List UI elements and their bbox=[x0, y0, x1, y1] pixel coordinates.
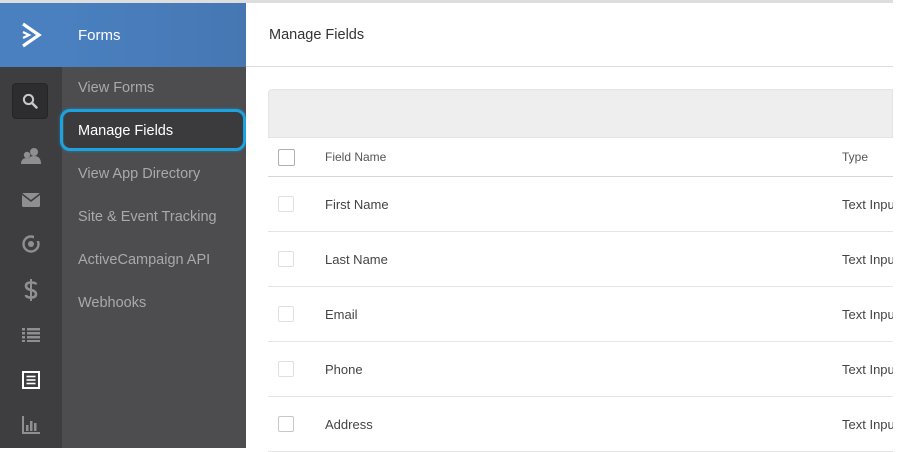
automation-icon bbox=[22, 235, 40, 253]
window-right-edge bbox=[893, 0, 901, 448]
table-row[interactable]: Email Text Input bbox=[268, 287, 893, 342]
icon-rail bbox=[0, 3, 62, 448]
table-row[interactable]: Phone Text Input bbox=[268, 342, 893, 397]
field-type: Text Input bbox=[842, 361, 893, 377]
field-name: First Name bbox=[325, 196, 389, 212]
row-checkbox[interactable] bbox=[278, 196, 294, 212]
row-checkbox[interactable] bbox=[278, 306, 294, 322]
field-type: Text Input bbox=[842, 306, 893, 322]
subnav-item-view-app-directory[interactable]: View App Directory bbox=[78, 164, 200, 184]
lists-button[interactable] bbox=[0, 320, 62, 350]
list-icon bbox=[22, 328, 40, 342]
reports-button[interactable] bbox=[0, 410, 62, 440]
table-row[interactable]: Address Text Input bbox=[268, 397, 893, 452]
search-button[interactable] bbox=[12, 83, 48, 119]
mail-icon bbox=[22, 193, 40, 207]
table-row[interactable]: Last Name Text Input bbox=[268, 232, 893, 287]
row-checkbox[interactable] bbox=[278, 416, 294, 432]
subnav-item-view-forms[interactable]: View Forms bbox=[78, 78, 154, 98]
row-checkbox[interactable] bbox=[278, 361, 294, 377]
select-all-checkbox[interactable] bbox=[278, 149, 295, 166]
deals-button[interactable] bbox=[0, 275, 62, 305]
field-name: Phone bbox=[325, 361, 363, 377]
field-type: Text Input bbox=[842, 196, 893, 212]
campaigns-button[interactable] bbox=[0, 185, 62, 215]
table-header-row: Field Name Type bbox=[268, 138, 893, 177]
subnav-item-site-event-tracking[interactable]: Site & Event Tracking bbox=[78, 207, 217, 227]
row-checkbox[interactable] bbox=[278, 251, 294, 267]
field-type: Text Input bbox=[842, 251, 893, 267]
field-name: Last Name bbox=[325, 251, 388, 267]
field-name: Address bbox=[325, 416, 373, 432]
highlight-outline bbox=[60, 109, 246, 151]
contacts-button[interactable] bbox=[0, 141, 62, 171]
logo[interactable] bbox=[0, 3, 62, 67]
column-header-type[interactable]: Type bbox=[842, 138, 893, 176]
toolbar-area bbox=[268, 89, 893, 138]
contacts-icon bbox=[21, 148, 41, 164]
fields-table: Field Name Type First Name Text Input La… bbox=[268, 138, 893, 452]
column-header-field-name[interactable]: Field Name bbox=[325, 138, 386, 176]
automations-button[interactable] bbox=[0, 229, 62, 259]
page-title: Manage Fields bbox=[246, 3, 893, 67]
forms-button[interactable] bbox=[0, 365, 62, 395]
subnav-item-webhooks[interactable]: Webhooks bbox=[78, 293, 146, 313]
table-row[interactable]: First Name Text Input bbox=[268, 177, 893, 232]
field-type: Text Input bbox=[842, 416, 893, 432]
reports-icon bbox=[22, 416, 40, 434]
subnav-item-api[interactable]: ActiveCampaign API bbox=[78, 250, 210, 270]
main-content: Manage Fields Field Name Type First Name… bbox=[246, 3, 893, 452]
search-icon bbox=[22, 93, 38, 109]
logo-arrow-icon bbox=[22, 22, 42, 48]
field-name: Email bbox=[325, 306, 358, 322]
forms-icon bbox=[22, 371, 40, 389]
section-title: Forms bbox=[62, 3, 246, 67]
dollar-icon bbox=[24, 279, 38, 301]
